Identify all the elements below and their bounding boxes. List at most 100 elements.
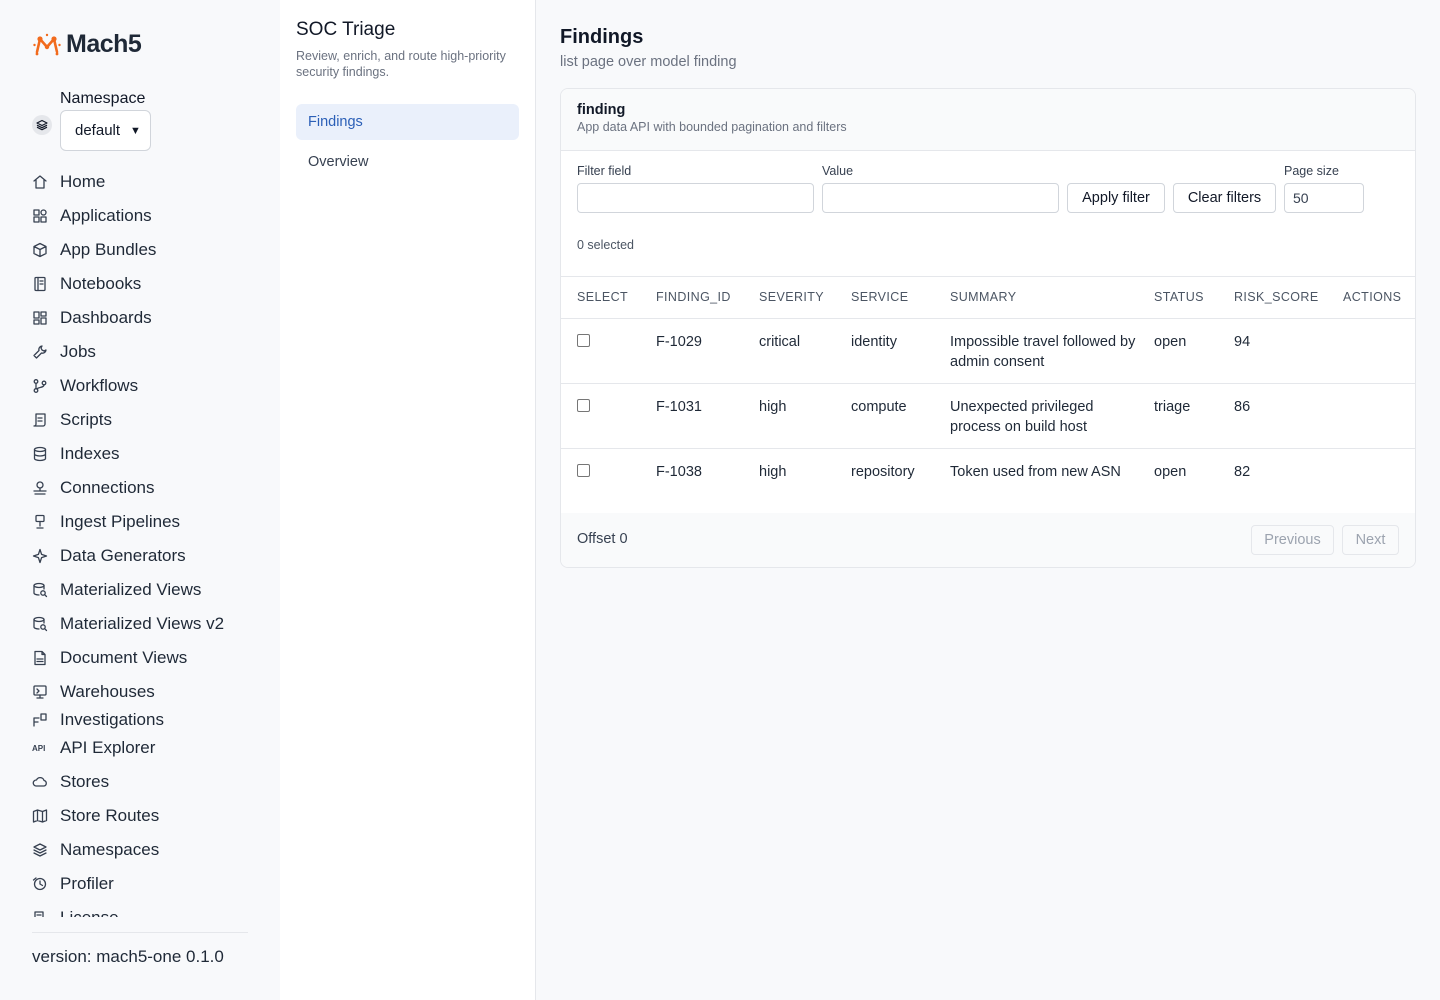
sidebar-item-notebooks[interactable]: Notebooks — [32, 267, 252, 301]
sidebar-item-workflows[interactable]: Workflows — [32, 369, 252, 403]
sidebar-item-label: Materialized Views v2 — [60, 614, 225, 633]
sidebar-item-investigations[interactable]: Investigations — [32, 709, 252, 731]
sidebar-item-indexes[interactable]: Indexes — [32, 437, 252, 471]
namespace-selected-value: default — [75, 122, 121, 139]
offset-text: Offset 0 — [577, 531, 628, 547]
brand-logo[interactable]: Mach5 — [32, 30, 142, 59]
col-severity: SEVERITY — [743, 277, 835, 319]
sidebar-item-applications[interactable]: Applications — [32, 199, 252, 233]
cell-status: open — [1138, 318, 1218, 384]
app-panel: SOC Triage Review, enrich, and route hig… — [280, 0, 536, 1000]
filter-bar: Filter field Value Apply filter Clear fi… — [561, 151, 1415, 277]
next-button[interactable]: Next — [1342, 525, 1399, 555]
notebook-icon — [32, 276, 48, 292]
finding-card: finding App data API with bounded pagina… — [560, 88, 1416, 568]
clear-filters-button[interactable]: Clear filters — [1173, 183, 1276, 213]
findings-table: SELECT FINDING_ID SEVERITY SERVICE SUMMA… — [561, 277, 1415, 514]
sidebar-item-ingest-pipelines[interactable]: Ingest Pipelines — [32, 505, 252, 539]
sidebar-item-label: Store Routes — [60, 806, 160, 825]
table-row: F-1031 high compute Unexpected privileged p… — [561, 383, 1415, 449]
sidebar-item-dashboards[interactable]: Dashboards — [32, 301, 252, 335]
sidebar-item-document-views[interactable]: Document Views — [32, 641, 252, 675]
dashboard-icon — [32, 310, 48, 326]
sidebar-item-label: Workflows — [60, 376, 139, 395]
sidebar-item-label: License — [60, 908, 119, 917]
sidebar-item-label: Ingest Pipelines — [60, 512, 181, 531]
app-nav-overview[interactable]: Overview — [296, 144, 519, 180]
cell-severity: high — [743, 448, 835, 514]
sidebar-item-materialized-views[interactable]: Materialized Views — [32, 573, 252, 607]
page-size-input[interactable]: 50 — [1284, 183, 1364, 213]
sidebar-item-warehouses[interactable]: Warehouses — [32, 675, 252, 709]
cell-service: identity — [835, 318, 934, 384]
sidebar-item-home[interactable]: Home — [32, 165, 252, 199]
wrench-icon — [32, 344, 48, 360]
sidebar-item-store-routes[interactable]: Store Routes — [32, 799, 252, 833]
selected-count: 0 selected — [577, 238, 634, 252]
cell-summary: Unexpected privileged process on build h… — [934, 383, 1138, 449]
profiler-icon — [32, 876, 48, 892]
cell-status: triage — [1138, 383, 1218, 449]
apply-filter-button[interactable]: Apply filter — [1067, 183, 1165, 213]
sidebar-item-profiler[interactable]: Profiler — [32, 867, 252, 901]
warehouse-icon — [32, 684, 48, 700]
sidebar-item-jobs[interactable]: Jobs — [32, 335, 252, 369]
cell-summary: Impossible travel followed by admin cons… — [934, 318, 1138, 384]
table-header-row: SELECT FINDING_ID SEVERITY SERVICE SUMMA… — [561, 277, 1415, 319]
sidebar-item-label: Notebooks — [60, 274, 142, 293]
col-status: STATUS — [1138, 277, 1218, 319]
sidebar-item-connections[interactable]: Connections — [32, 471, 252, 505]
sparkle-icon — [32, 548, 48, 564]
pagination-bar: Offset 0 Previous Next — [561, 513, 1415, 567]
sidebar-item-label: API Explorer — [60, 738, 156, 757]
col-service: SERVICE — [835, 277, 934, 319]
investigation-icon — [32, 712, 48, 728]
cell-service: repository — [835, 448, 934, 514]
sidebar-item-api-explorer[interactable]: API API Explorer — [32, 731, 252, 765]
pipeline-icon — [32, 514, 48, 530]
filter-field-input[interactable] — [577, 183, 814, 213]
card-title: finding — [577, 102, 626, 118]
table-row: F-1038 high repository Token used from new … — [561, 448, 1415, 514]
sidebar-item-label: Connections — [60, 478, 155, 497]
namespace-label: Namespace — [60, 90, 146, 107]
sidebar-item-data-generators[interactable]: Data Generators — [32, 539, 252, 573]
select-cell — [561, 448, 640, 514]
filter-value-input[interactable] — [822, 183, 1059, 213]
app-nav: Findings Overview — [296, 104, 519, 184]
sidebar-item-scripts[interactable]: Scripts — [32, 403, 252, 437]
mach5-logo-icon — [33, 33, 61, 55]
row-checkbox[interactable] — [577, 398, 590, 412]
sidebar-item-label: Jobs — [60, 342, 96, 361]
namespace-select[interactable]: default ▼ — [60, 110, 151, 151]
sidebar-divider — [32, 932, 248, 933]
sidebar-item-namespaces[interactable]: Namespaces — [32, 833, 252, 867]
svg-text:API: API — [32, 744, 45, 753]
sidebar-item-label: Indexes — [60, 444, 120, 463]
view-icon — [32, 582, 48, 598]
cell-risk-score: 86 — [1218, 383, 1327, 449]
sidebar-item-stores[interactable]: Stores — [32, 765, 252, 799]
app-nav-findings[interactable]: Findings — [296, 104, 519, 140]
cell-finding-id: F-1029 — [640, 318, 743, 384]
sidebar-item-label: Stores — [60, 772, 110, 791]
sidebar-item-license[interactable]: License — [32, 901, 252, 917]
sidebar-item-label: Document Views — [60, 648, 188, 667]
previous-button[interactable]: Previous — [1251, 525, 1334, 555]
sidebar-item-label: Profiler — [60, 874, 114, 893]
layers-icon — [32, 842, 48, 858]
col-finding-id: FINDING_ID — [640, 277, 743, 319]
layers-icon — [32, 114, 52, 135]
row-checkbox[interactable] — [577, 333, 590, 347]
sidebar-item-label: Namespaces — [60, 840, 160, 859]
sidebar-item-label: Investigations — [60, 710, 164, 729]
row-checkbox[interactable] — [577, 463, 590, 477]
cloud-icon — [32, 774, 48, 790]
page-title: Findings — [560, 26, 644, 48]
view-v2-icon — [32, 616, 48, 632]
filter-value-label: Value — [822, 164, 854, 178]
cell-severity: critical — [743, 318, 835, 384]
sidebar-item-app-bundles[interactable]: App Bundles — [32, 233, 252, 267]
connection-icon — [32, 480, 48, 496]
sidebar-item-materialized-views-v2[interactable]: Materialized Views v2 — [32, 607, 252, 641]
